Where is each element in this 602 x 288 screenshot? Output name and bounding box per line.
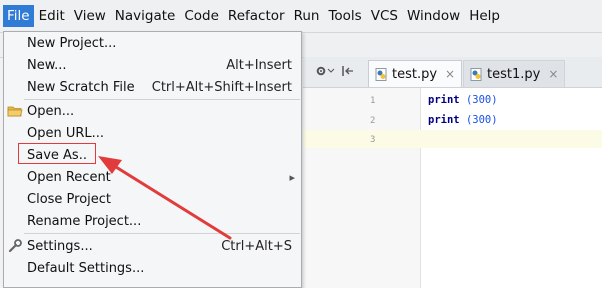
menu-item-label: Rename Project...: [27, 213, 142, 229]
menu-item-label: Default Settings...: [27, 260, 145, 276]
close-icon[interactable]: ×: [445, 67, 455, 81]
tab-label: test1.py: [487, 66, 541, 82]
menu-item-label: New Project...: [27, 35, 117, 51]
menu-item-shortcut: Ctrl+Alt+S: [221, 238, 292, 254]
menu-item-shortcut: Alt+Insert: [226, 57, 292, 73]
menu-item-settings[interactable]: Settings... Ctrl+Alt+S: [4, 235, 301, 257]
menu-tools[interactable]: Tools: [324, 5, 365, 27]
collapse-icon[interactable]: [341, 65, 357, 80]
menu-item-label: Open URL...: [27, 125, 105, 141]
menu-file[interactable]: File: [3, 5, 34, 27]
settings-gear-icon[interactable]: [315, 65, 335, 80]
menu-item-label: New Scratch File: [27, 79, 135, 95]
line-number: 1: [370, 96, 376, 106]
menu-item-new-scratch-file[interactable]: New Scratch File Ctrl+Alt+Shift+Insert: [4, 76, 301, 98]
menu-item-open-url[interactable]: Open URL...: [4, 122, 301, 144]
menu-bar: File Edit View Navigate Code Refactor Ru…: [0, 0, 602, 33]
tab-label: test.py: [392, 66, 438, 82]
menu-item-label: New...: [27, 57, 67, 73]
menu-item-new[interactable]: New... Alt+Insert: [4, 54, 301, 76]
editor-gutter: [303, 88, 421, 288]
menu-run[interactable]: Run: [290, 5, 324, 27]
menu-vcs[interactable]: VCS: [367, 5, 402, 27]
menu-item-label: Settings...: [27, 238, 93, 254]
menu-item-open[interactable]: Open...: [4, 100, 301, 122]
line-number: 3: [370, 135, 376, 145]
menu-item-label: Open Recent: [27, 169, 111, 185]
menu-item-label: Close Project: [27, 191, 112, 207]
menu-item-default-settings[interactable]: Default Settings...: [4, 257, 301, 279]
line-number: 2: [370, 116, 376, 126]
menu-item-rename-project[interactable]: Rename Project...: [4, 210, 301, 232]
folder-icon: [7, 103, 23, 119]
menu-help[interactable]: Help: [465, 5, 504, 27]
menu-item-new-project[interactable]: New Project...: [4, 32, 301, 54]
tab-test1-py[interactable]: test1.py ×: [463, 60, 566, 87]
editor-tab-bar: test.py × test1.py ×: [303, 57, 602, 88]
tab-test-py[interactable]: test.py ×: [368, 60, 463, 87]
code-argument: (300): [465, 114, 498, 126]
menu-item-open-recent[interactable]: Open Recent ▸: [4, 166, 301, 188]
menu-navigate[interactable]: Navigate: [111, 5, 180, 27]
menu-edit[interactable]: Edit: [35, 5, 69, 27]
menu-code[interactable]: Code: [180, 5, 223, 27]
close-icon[interactable]: ×: [548, 67, 558, 81]
menu-separator: [24, 233, 300, 234]
code-argument: (300): [465, 94, 498, 106]
python-file-icon: [470, 67, 483, 81]
menu-window[interactable]: Window: [403, 5, 464, 27]
code-keyword: print: [428, 94, 460, 106]
current-line-highlight: [303, 130, 602, 148]
annotation-highlight-box: [18, 143, 96, 164]
menu-item-shortcut: Ctrl+Alt+Shift+Insert: [151, 79, 292, 95]
code-line: print (300): [428, 94, 498, 106]
menu-item-close-project[interactable]: Close Project: [4, 188, 301, 210]
python-file-icon: [375, 67, 388, 81]
menu-view[interactable]: View: [70, 5, 110, 27]
menu-refactor[interactable]: Refactor: [224, 5, 289, 27]
code-keyword: print: [428, 114, 460, 126]
menu-item-label: Open...: [27, 103, 75, 119]
code-line: print (300): [428, 114, 498, 126]
wrench-icon: [7, 238, 23, 254]
chevron-right-icon: ▸: [289, 170, 295, 184]
